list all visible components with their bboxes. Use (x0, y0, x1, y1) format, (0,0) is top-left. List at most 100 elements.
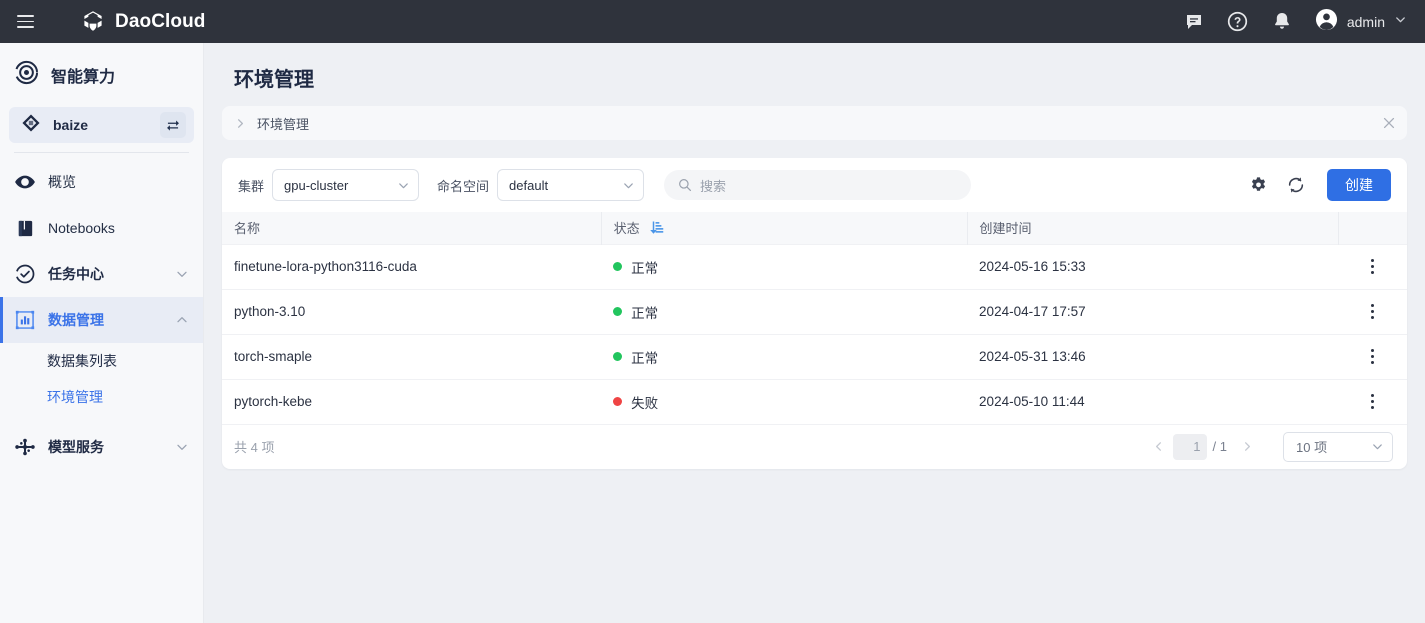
brand-name: DaoCloud (115, 11, 206, 33)
sidebar-product-title: 智能算力 (0, 43, 203, 107)
namespace-select-value: default (509, 178, 548, 193)
environments-card: 集群 gpu-cluster 命名空间 default (222, 158, 1407, 469)
sidebar-item-overview[interactable]: 概览 (0, 159, 203, 205)
user-menu[interactable]: admin (1315, 8, 1407, 36)
sidebar-item-label: 概览 (48, 172, 76, 192)
status-label: 正常 (631, 257, 658, 277)
search-input[interactable]: 搜索 (664, 170, 971, 200)
status-dot (613, 307, 622, 316)
page-total-label: / 1 (1213, 439, 1227, 454)
breadcrumb-item-label[interactable]: 环境管理 (257, 114, 309, 133)
hamburger-icon[interactable] (12, 9, 38, 35)
sidebar-subitem-environment-management[interactable]: 环境管理 (0, 379, 203, 415)
pagination-bar: 共 4 项 1 / 1 10 项 (222, 425, 1407, 469)
sort-ascending-icon[interactable] (649, 220, 664, 235)
sidebar-item-task-center[interactable]: 任务中心 (0, 251, 203, 297)
model-service-icon (14, 436, 36, 458)
cell-status: 失败 (601, 379, 967, 424)
cell-name: finetune-lora-python3116-cuda (222, 244, 601, 289)
close-icon[interactable] (1377, 111, 1401, 135)
cluster-select[interactable]: gpu-cluster (272, 169, 419, 201)
search-placeholder: 搜索 (700, 176, 726, 195)
user-name: admin (1347, 14, 1385, 30)
page-number-input[interactable]: 1 (1173, 434, 1207, 460)
column-header-status[interactable]: 状态 (601, 212, 967, 244)
chevron-right-icon[interactable] (1233, 433, 1261, 461)
kebab-menu-icon[interactable] (1362, 259, 1384, 274)
refresh-icon[interactable] (1285, 174, 1307, 196)
chevron-down-icon (622, 179, 635, 192)
sidebar-item-data-management[interactable]: 数据管理 (0, 297, 203, 343)
sidebar-item-label: Notebooks (48, 220, 115, 236)
baize-icon (21, 113, 41, 138)
table-body: finetune-lora-python3116-cuda 正常 2024-05… (222, 244, 1407, 424)
chat-icon[interactable] (1183, 11, 1205, 33)
gear-icon[interactable] (1247, 174, 1269, 196)
table-row[interactable]: pytorch-kebe 失败 2024-05-10 11:44 (222, 379, 1407, 424)
table-header: 名称 状态 (222, 212, 1407, 244)
application-window: DaoCloud admin (0, 0, 1425, 623)
namespace-filter-label: 命名空间 (437, 176, 489, 195)
table-row[interactable]: finetune-lora-python3116-cuda 正常 2024-05… (222, 244, 1407, 289)
cell-actions (1338, 334, 1407, 379)
kebab-menu-icon[interactable] (1362, 304, 1384, 319)
help-icon[interactable] (1227, 11, 1249, 33)
eye-icon (14, 171, 36, 193)
breadcrumb: 环境管理 (222, 106, 1407, 140)
status-dot (613, 262, 622, 271)
create-button[interactable]: 创建 (1327, 169, 1391, 201)
sidebar-subitem-dataset-list[interactable]: 数据集列表 (0, 343, 203, 379)
main-content: 环境管理 环境管理 集群 gpu-cluster (204, 43, 1425, 623)
chevron-left-icon[interactable] (1145, 433, 1173, 461)
sidebar-item-model-service[interactable]: 模型服务 (0, 424, 203, 470)
cell-created-time: 2024-05-16 15:33 (967, 244, 1338, 289)
cell-status: 正常 (601, 289, 967, 334)
column-header-label: 名称 (234, 218, 260, 237)
sidebar-item-label: 任务中心 (48, 264, 104, 284)
sidebar-subitem-label: 环境管理 (47, 387, 103, 407)
sidebar-subitem-label: 数据集列表 (47, 351, 117, 371)
chevron-down-icon (1371, 440, 1384, 453)
data-chart-icon (14, 309, 36, 331)
status-label: 失败 (631, 392, 658, 412)
chevron-down-icon (397, 179, 410, 192)
cell-status: 正常 (601, 334, 967, 379)
table-row[interactable]: torch-smaple 正常 2024-05-31 13:46 (222, 334, 1407, 379)
namespace-select[interactable]: default (497, 169, 644, 201)
page-size-select[interactable]: 10 项 (1283, 432, 1393, 462)
chevron-down-icon[interactable] (175, 440, 189, 454)
body-region: 智能算力 baize (0, 43, 1425, 623)
status-label: 正常 (631, 302, 658, 322)
avatar (1315, 8, 1338, 36)
chevron-down-icon[interactable] (1394, 13, 1407, 31)
sidebar-item-notebooks[interactable]: Notebooks (0, 205, 203, 251)
table-header-row: 名称 状态 (222, 212, 1407, 244)
cell-name: python-3.10 (222, 289, 601, 334)
sidebar-context-baize[interactable]: baize (9, 107, 194, 143)
page-title: 环境管理 (222, 43, 1407, 106)
compute-target-icon (14, 60, 39, 90)
total-count-label: 共 4 项 (234, 437, 274, 456)
table-row[interactable]: python-3.10 正常 2024-04-17 17:57 (222, 289, 1407, 334)
cell-created-time: 2024-05-10 11:44 (967, 379, 1338, 424)
status-dot (613, 352, 622, 361)
page-size-value: 10 项 (1296, 437, 1327, 456)
environments-table: 名称 状态 (222, 212, 1407, 425)
swap-icon[interactable] (160, 112, 186, 138)
brand-logo-group[interactable]: DaoCloud (80, 9, 206, 35)
chevron-up-icon[interactable] (175, 313, 189, 327)
sidebar-item-label: 数据管理 (48, 310, 104, 330)
cell-actions (1338, 379, 1407, 424)
pagination-controls: 1 / 1 10 项 (1145, 432, 1393, 462)
kebab-menu-icon[interactable] (1362, 394, 1384, 409)
column-header-created-time[interactable]: 创建时间 (967, 212, 1338, 244)
column-header-name[interactable]: 名称 (222, 212, 601, 244)
cell-name: torch-smaple (222, 334, 601, 379)
chevron-right-icon[interactable] (234, 117, 247, 130)
top-navigation-bar: DaoCloud admin (0, 0, 1425, 43)
bell-icon[interactable] (1271, 11, 1293, 33)
daocloud-logo-icon (80, 9, 106, 35)
kebab-menu-icon[interactable] (1362, 349, 1384, 364)
column-header-actions (1338, 212, 1407, 244)
chevron-down-icon[interactable] (175, 267, 189, 281)
